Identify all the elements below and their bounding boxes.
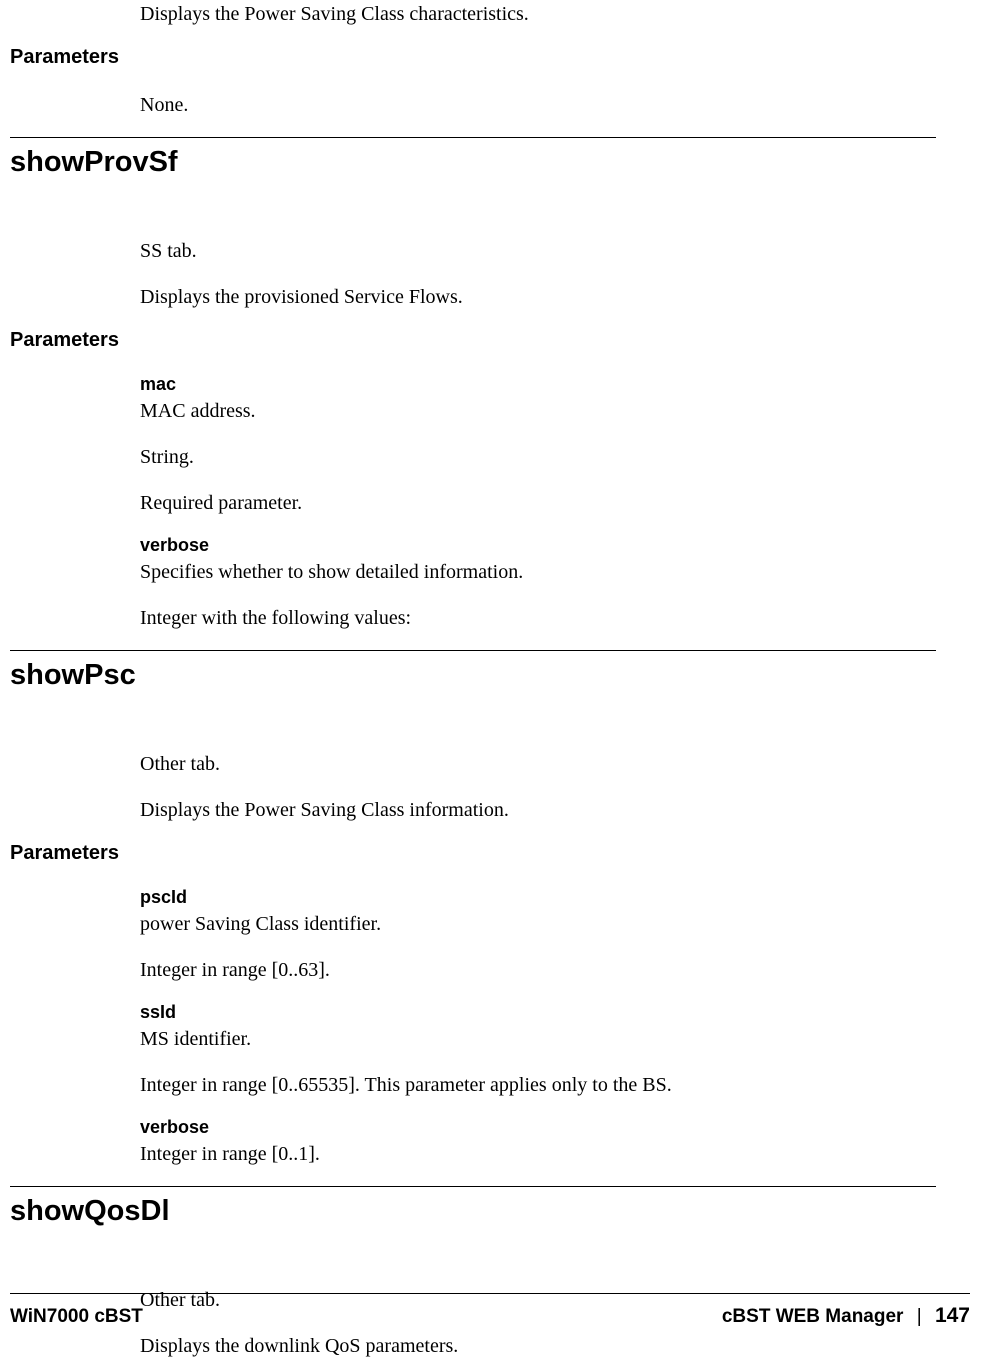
parameters-heading: Parameters bbox=[10, 329, 936, 352]
param-desc: power Saving Class identifier. bbox=[140, 910, 936, 938]
param-desc: String. bbox=[140, 443, 936, 471]
param-name-pscid: pscId bbox=[140, 887, 936, 908]
footer-product: WiN7000 cBST bbox=[10, 1306, 143, 1328]
param-name-verbose: verbose bbox=[140, 535, 936, 556]
tab-label: Other tab. bbox=[140, 750, 936, 778]
param-desc: Required parameter. bbox=[140, 489, 936, 517]
section-title-showqosdl: showQosDl bbox=[10, 1195, 936, 1228]
param-desc: MAC address. bbox=[140, 397, 936, 425]
tab-label: SS tab. bbox=[140, 237, 936, 265]
footer-page-number: 147 bbox=[935, 1304, 970, 1327]
param-name-ssid: ssId bbox=[140, 1002, 936, 1023]
param-desc: Integer with the following values: bbox=[140, 604, 936, 632]
footer-right: cBST WEB Manager | 147 bbox=[722, 1304, 970, 1328]
section-divider bbox=[10, 650, 936, 651]
footer-manual-title: cBST WEB Manager bbox=[722, 1306, 904, 1327]
param-name-verbose: verbose bbox=[140, 1117, 936, 1138]
section-desc: Displays the downlink QoS parameters. bbox=[140, 1332, 936, 1360]
section-title-showpsc: showPsc bbox=[10, 659, 936, 692]
section-divider bbox=[10, 137, 936, 138]
param-desc: Integer in range [0..1]. bbox=[140, 1140, 936, 1168]
parameters-heading: Parameters bbox=[10, 842, 936, 865]
section-desc: Displays the Power Saving Class informat… bbox=[140, 796, 936, 824]
section-title-showprovsf: showProvSf bbox=[10, 146, 936, 179]
section-divider bbox=[10, 1186, 936, 1187]
param-name-mac: mac bbox=[140, 374, 936, 395]
param-desc: MS identifier. bbox=[140, 1025, 936, 1053]
section-desc: Displays the provisioned Service Flows. bbox=[140, 283, 936, 311]
param-desc: Specifies whether to show detailed infor… bbox=[140, 558, 936, 586]
parameters-heading: Parameters bbox=[10, 46, 936, 69]
footer-separator: | bbox=[909, 1306, 930, 1327]
param-desc: Integer in range [0..63]. bbox=[140, 956, 936, 984]
page-footer: WiN7000 cBST cBST WEB Manager | 147 bbox=[10, 1294, 970, 1328]
page-content: Displays the Power Saving Class characte… bbox=[0, 0, 992, 1360]
intro-desc: Displays the Power Saving Class characte… bbox=[140, 0, 936, 28]
intro-params-text: None. bbox=[140, 91, 936, 119]
param-desc: Integer in range [0..65535]. This parame… bbox=[140, 1071, 936, 1099]
